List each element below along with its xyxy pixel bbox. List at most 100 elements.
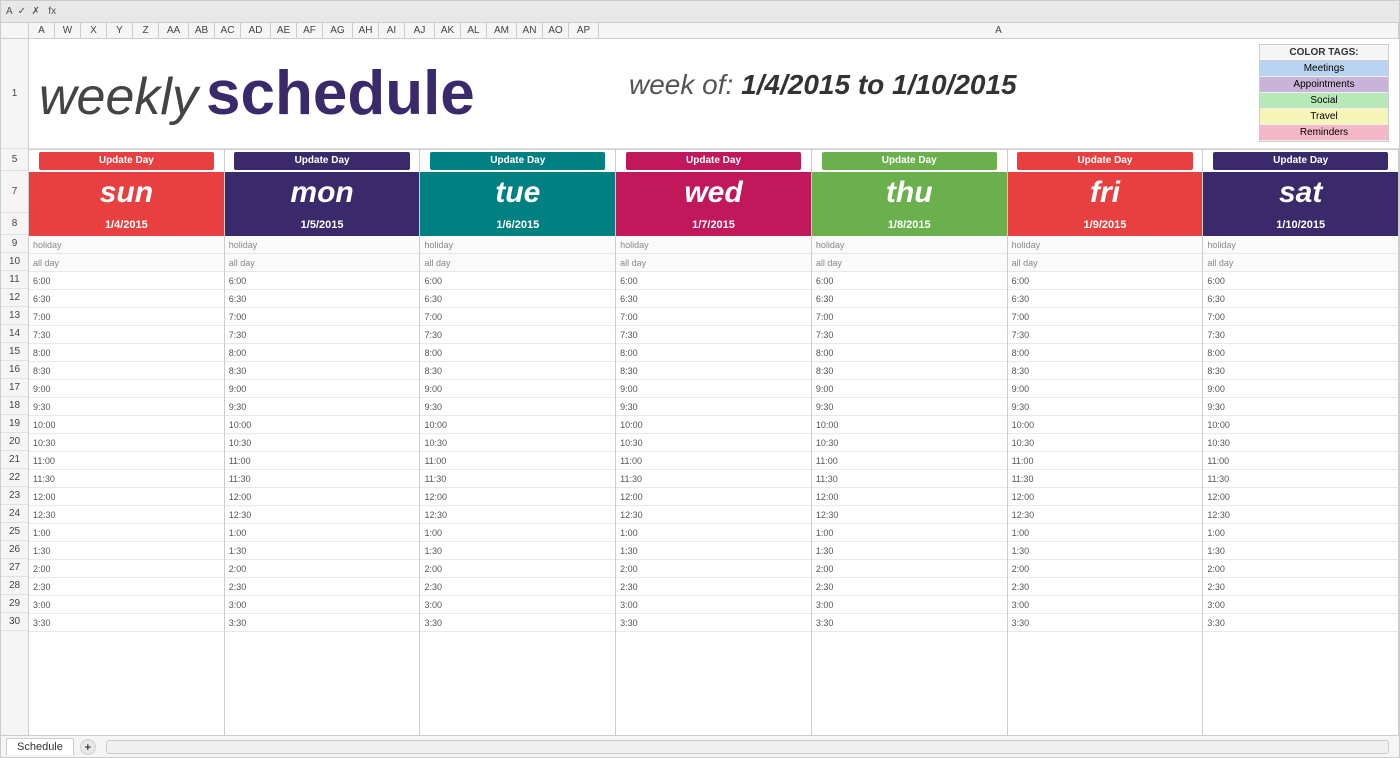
col-header-y: Y: [107, 23, 133, 38]
day-date-wed: 1/7/2015: [616, 214, 811, 236]
bottom-bar: Schedule +: [1, 735, 1399, 757]
update-day-btn-mon[interactable]: Update Day: [234, 152, 409, 170]
horizontal-scrollbar[interactable]: [106, 740, 1389, 754]
row-num-30: 30: [1, 613, 28, 631]
update-day-btn-fri[interactable]: Update Day: [1017, 152, 1192, 170]
col-header-ap: AP: [569, 23, 599, 38]
col-header-aj: AJ: [405, 23, 435, 38]
day-date-fri: 1/9/2015: [1008, 214, 1203, 236]
update-day-btn-wed[interactable]: Update Day: [626, 152, 801, 170]
time-row-holiday: holiday: [29, 236, 224, 254]
day-name-thu: thu: [812, 172, 1007, 214]
days-container: Update Day sun 1/4/2015 holiday all day …: [29, 149, 1399, 735]
time-rows-sun: holiday all day 6:00 6:30 7:00 7:30 8:00…: [29, 236, 224, 735]
col-header-al: AL: [461, 23, 487, 38]
row-num-15: 15: [1, 343, 28, 361]
col-header-ac: AC: [215, 23, 241, 38]
time-rows-wed: holiday all day 6:00 6:30 7:00 7:30 8:00…: [616, 236, 811, 735]
row-num-25: 25: [1, 523, 28, 541]
time-row-allday: all day: [29, 254, 224, 272]
day-column-fri: Update Day fri 1/9/2015 holiday all day …: [1008, 150, 1204, 735]
col-header-ab: AB: [189, 23, 215, 38]
row-num-19: 19: [1, 415, 28, 433]
time-row-1030: 10:30: [29, 434, 224, 452]
time-row-1000: 10:00: [29, 416, 224, 434]
time-row-800: 8:00: [29, 344, 224, 362]
row-num-7: 7: [1, 171, 28, 213]
row-num-9: 9: [1, 235, 28, 253]
day-column-wed: Update Day wed 1/7/2015 holiday all day …: [616, 150, 812, 735]
day-date-mon: 1/5/2015: [225, 214, 420, 236]
day-column-sun: Update Day sun 1/4/2015 holiday all day …: [29, 150, 225, 735]
time-row-1130: 11:30: [29, 470, 224, 488]
row-num-13: 13: [1, 307, 28, 325]
time-rows-sat: holiday all day 6:00 6:30 7:00 7:30 8:00…: [1203, 236, 1398, 735]
time-row-allday-mon: all day: [225, 254, 420, 272]
spreadsheet-wrapper: A ✓ ✗ fx A W X Y Z AA AB AC AD AE AF AG …: [0, 0, 1400, 758]
update-day-btn-tue[interactable]: Update Day: [430, 152, 605, 170]
row-num-27: 27: [1, 559, 28, 577]
row-num-10: 10: [1, 253, 28, 271]
update-day-row-mon: Update Day: [225, 150, 420, 172]
col-header-a: A: [29, 23, 55, 38]
row-num-29: 29: [1, 595, 28, 613]
update-day-btn-sat[interactable]: Update Day: [1213, 152, 1388, 170]
time-row-100: 1:00: [29, 524, 224, 542]
col-header-z: Z: [133, 23, 159, 38]
top-bar: A ✓ ✗ fx: [1, 1, 1399, 23]
title-row: weekly schedule week of: 1/4/2015 to 1/1…: [29, 39, 1399, 149]
color-tag-reminders: Reminders: [1260, 125, 1388, 141]
corner-cell: [1, 23, 29, 38]
row-num-22: 22: [1, 469, 28, 487]
col-headers: A W X Y Z AA AB AC AD AE AF AG AH AI AJ …: [1, 23, 1399, 39]
row-num-12: 12: [1, 289, 28, 307]
time-rows-mon: holiday all day 6:00 6:30 7:00 7:30 8:00…: [225, 236, 420, 735]
time-row-230: 2:30: [29, 578, 224, 596]
row-numbers: 1 5 7 8 9 10 11 12 13 14 15 16 17 18 19 …: [1, 39, 29, 735]
weekly-title-cursive: weekly schedule: [39, 58, 475, 129]
time-row-700: 7:00: [29, 308, 224, 326]
row-num-24: 24: [1, 505, 28, 523]
col-header-w: W: [55, 23, 81, 38]
color-tags-title: COLOR TAGS:: [1260, 45, 1388, 61]
color-tag-travel: Travel: [1260, 109, 1388, 125]
col-header-ah: AH: [353, 23, 379, 38]
time-rows-thu: holiday all day 6:00 6:30 7:00 7:30 8:00…: [812, 236, 1007, 735]
formula-bar: A ✓ ✗ fx: [6, 6, 56, 17]
col-header-ad: AD: [241, 23, 271, 38]
row-num-17: 17: [1, 379, 28, 397]
col-header-am: AM: [487, 23, 517, 38]
update-day-row-tue: Update Day: [420, 150, 615, 172]
day-column-thu: Update Day thu 1/8/2015 holiday all day …: [812, 150, 1008, 735]
day-date-sun: 1/4/2015: [29, 214, 224, 236]
week-of-section: week of: 1/4/2015 to 1/10/2015: [629, 69, 1017, 101]
sheet-tab-schedule[interactable]: Schedule: [6, 738, 74, 755]
add-sheet-button[interactable]: +: [80, 739, 96, 755]
col-header-aa: AA: [159, 23, 189, 38]
day-column-mon: Update Day mon 1/5/2015 holiday all day …: [225, 150, 421, 735]
update-day-btn-thu[interactable]: Update Day: [822, 152, 997, 170]
day-name-sat: sat: [1203, 172, 1398, 214]
time-row-600: 6:00: [29, 272, 224, 290]
week-of-label: week of:: [629, 69, 733, 100]
time-row-130: 1:30: [29, 542, 224, 560]
row-num-8: 8: [1, 213, 28, 235]
col-header-af: AF: [297, 23, 323, 38]
col-header-ag: AG: [323, 23, 353, 38]
row-num-16: 16: [1, 361, 28, 379]
row-num-26: 26: [1, 541, 28, 559]
row-num-14: 14: [1, 325, 28, 343]
update-day-btn-sun[interactable]: Update Day: [39, 152, 214, 170]
day-name-wed: wed: [616, 172, 811, 214]
update-day-row-thu: Update Day: [812, 150, 1007, 172]
col-header-end: A: [599, 23, 1399, 38]
time-row-1100: 11:00: [29, 452, 224, 470]
day-date-sat: 1/10/2015: [1203, 214, 1398, 236]
update-day-row-wed: Update Day: [616, 150, 811, 172]
day-column-tue: Update Day tue 1/6/2015 holiday all day …: [420, 150, 616, 735]
schedule-grid: weekly schedule week of: 1/4/2015 to 1/1…: [29, 39, 1399, 735]
update-day-row-sat: Update Day: [1203, 150, 1398, 172]
time-row-900: 9:00: [29, 380, 224, 398]
update-day-row-sun: Update Day: [29, 150, 224, 172]
col-header-ao: AO: [543, 23, 569, 38]
